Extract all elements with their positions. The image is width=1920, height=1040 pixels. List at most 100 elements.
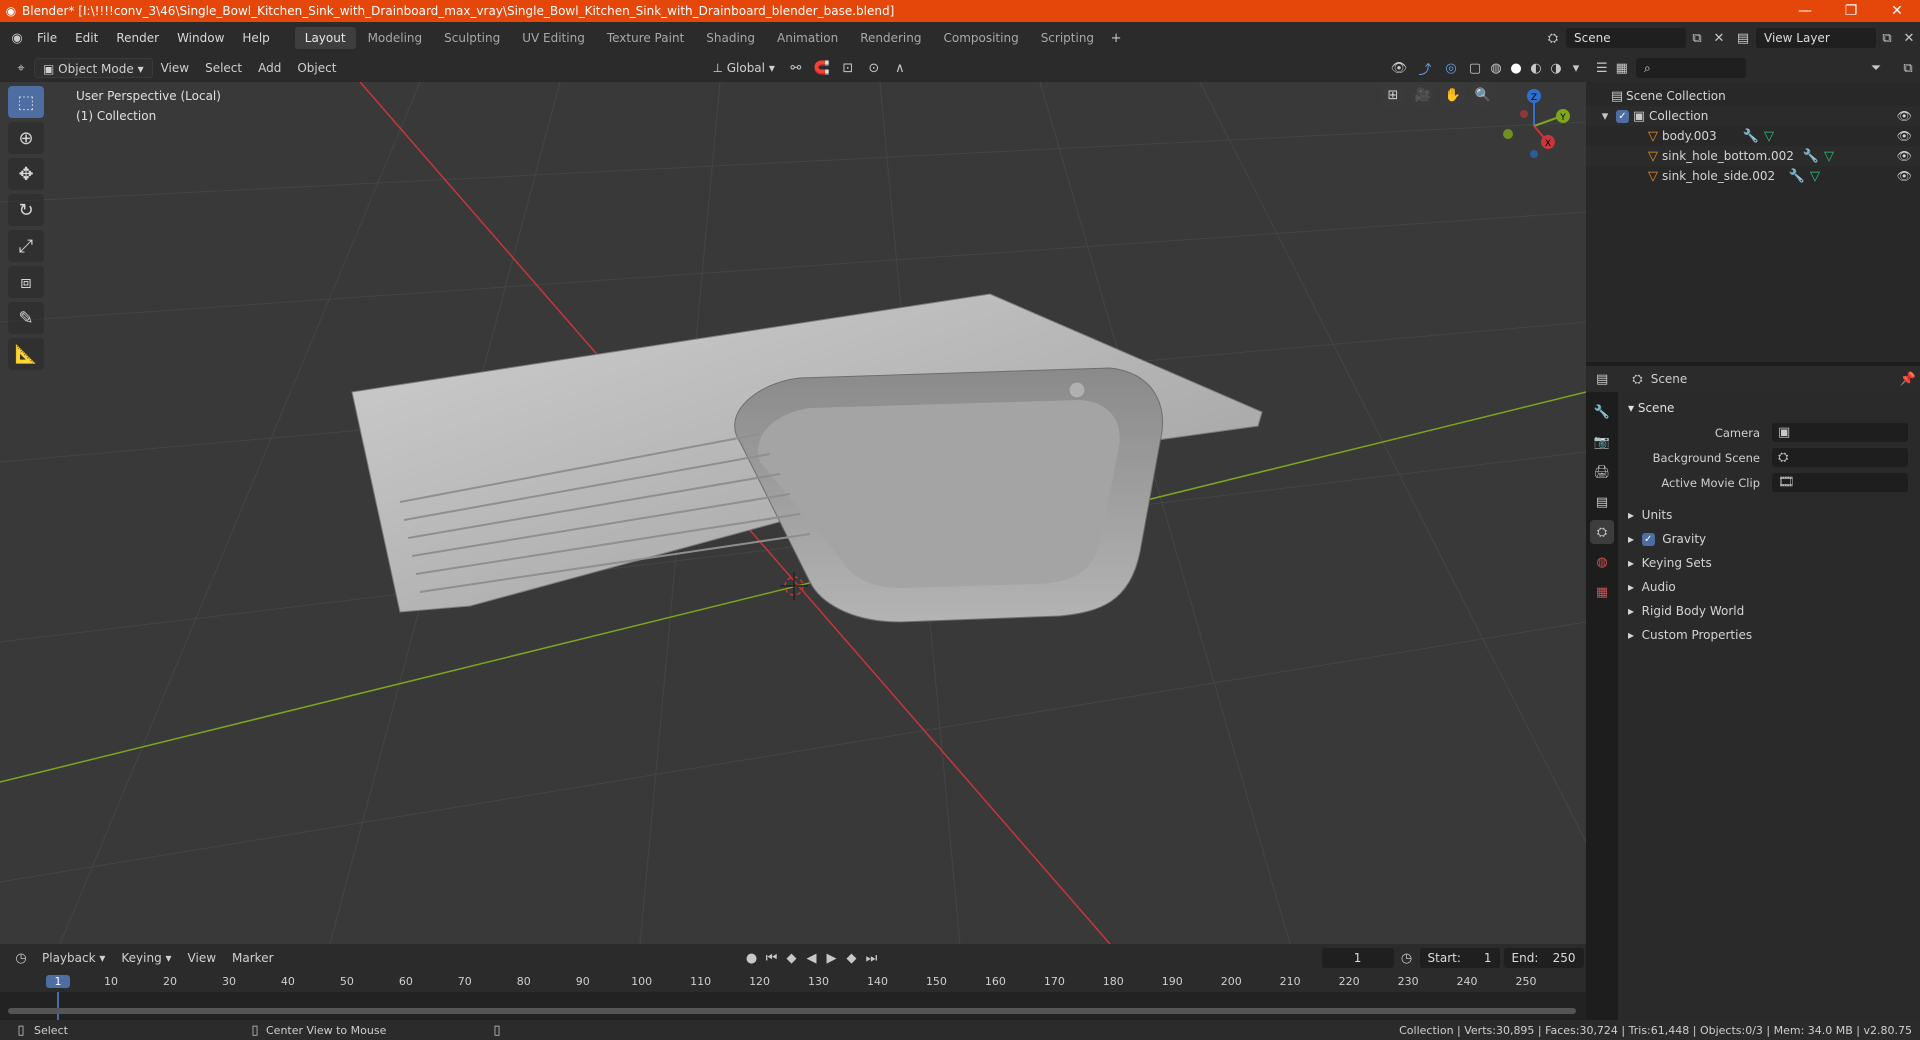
add-workspace-icon[interactable]: + bbox=[1106, 31, 1126, 46]
play-reverse-icon[interactable]: ◀ bbox=[802, 951, 822, 966]
menu-window[interactable]: Window bbox=[168, 22, 233, 54]
view-layer-selector[interactable]: View Layer bbox=[1756, 28, 1876, 48]
view-layer-icon[interactable]: ▤ bbox=[1730, 31, 1756, 46]
annotate-tool[interactable]: ✎ bbox=[8, 302, 44, 334]
pan-view-icon[interactable]: ✋ bbox=[1440, 82, 1466, 108]
filter-icon[interactable]: ⏷ bbox=[1864, 61, 1888, 76]
view-layer-tab-icon[interactable]: ▤ bbox=[1590, 490, 1614, 514]
shading-options-icon[interactable]: ▾ bbox=[1566, 61, 1586, 76]
solid-shading-icon[interactable]: ● bbox=[1506, 61, 1526, 76]
background-scene-field[interactable]: ⛭ bbox=[1772, 448, 1908, 467]
pin-icon[interactable]: 📌 bbox=[1896, 372, 1920, 387]
outliner-scene-collection[interactable]: ▤ Scene Collection bbox=[1586, 86, 1920, 106]
visibility-icon[interactable]: 👁 bbox=[1386, 61, 1412, 76]
modifier-icon[interactable]: 🔧 bbox=[1802, 149, 1820, 164]
eye-icon[interactable]: 👁 bbox=[1897, 109, 1912, 123]
tab-uv-editing[interactable]: UV Editing bbox=[512, 27, 595, 49]
move-tool[interactable]: ✥ bbox=[8, 158, 44, 190]
active-movie-clip-field[interactable]: 🎞 bbox=[1772, 473, 1908, 492]
remove-scene-icon[interactable]: ✕ bbox=[1708, 31, 1730, 46]
keying-sets-panel[interactable]: ▸ Keying Sets bbox=[1624, 551, 1914, 575]
current-frame-field[interactable]: 1 bbox=[1321, 948, 1394, 968]
modifier-icon[interactable]: 🔧 bbox=[1742, 129, 1760, 144]
tab-scripting[interactable]: Scripting bbox=[1031, 27, 1104, 49]
camera-view-icon[interactable]: 🎥 bbox=[1410, 82, 1436, 108]
transform-orientation-selector[interactable]: ⊥ Global ▾ bbox=[704, 58, 782, 78]
outliner-object[interactable]: ▽ sink_hole_bottom.002 🔧 ▽ 👁 bbox=[1586, 146, 1920, 166]
play-icon[interactable]: ▶ bbox=[822, 951, 842, 966]
output-tab-icon[interactable]: 🖨 bbox=[1590, 460, 1614, 484]
navigation-gizmo[interactable]: Z Y X bbox=[1490, 86, 1570, 166]
start-frame-field[interactable]: Start: 1 bbox=[1419, 948, 1500, 968]
menu-edit[interactable]: Edit bbox=[66, 22, 107, 54]
menu-render[interactable]: Render bbox=[107, 22, 168, 54]
menu-timeline-view[interactable]: View bbox=[180, 948, 224, 968]
tool-settings-tab-icon[interactable]: 🔧 bbox=[1590, 400, 1614, 424]
select-box-tool[interactable]: ⬚ bbox=[8, 86, 44, 118]
tab-texture-paint[interactable]: Texture Paint bbox=[597, 27, 694, 49]
eye-icon[interactable]: 👁 bbox=[1897, 149, 1912, 163]
maximize-button[interactable]: ❐ bbox=[1828, 3, 1874, 19]
menu-marker[interactable]: Marker bbox=[224, 948, 281, 968]
timeline-ruler[interactable]: 1 10 20 30 40 50 60 70 80 90 100 110 120 130 140 150 160… bbox=[0, 972, 1586, 992]
tab-sculpting[interactable]: Sculpting bbox=[434, 27, 510, 49]
menu-keying[interactable]: Keying ▾ bbox=[113, 948, 179, 968]
scene-icon[interactable]: ⛭ bbox=[1540, 31, 1566, 46]
end-frame-field[interactable]: End: 250 bbox=[1503, 948, 1584, 968]
proportional-edit-icon[interactable]: ⊙ bbox=[861, 61, 887, 76]
remove-view-layer-icon[interactable]: ✕ bbox=[1898, 31, 1920, 46]
material-shading-icon[interactable]: ◐ bbox=[1526, 61, 1546, 76]
gravity-panel[interactable]: ▸ ✓ Gravity bbox=[1624, 527, 1914, 551]
rigid-body-world-panel[interactable]: ▸ Rigid Body World bbox=[1624, 599, 1914, 623]
preview-range-icon[interactable]: ◷ bbox=[1394, 951, 1420, 966]
outliner-collection[interactable]: ▾ ✓ ▣ Collection 👁 bbox=[1586, 106, 1920, 126]
texture-tab-icon[interactable]: ▦ bbox=[1590, 580, 1614, 604]
wireframe-shading-icon[interactable]: ◍ bbox=[1486, 61, 1506, 76]
collection-checkbox[interactable]: ✓ bbox=[1616, 109, 1629, 123]
scene-selector[interactable]: Scene bbox=[1566, 28, 1686, 48]
rendered-shading-icon[interactable]: ◑ bbox=[1546, 61, 1566, 76]
falloff-icon[interactable]: ∧ bbox=[887, 61, 913, 76]
scene-tab-icon[interactable]: ⛭ bbox=[1590, 520, 1614, 544]
tab-animation[interactable]: Animation bbox=[767, 27, 848, 49]
blender-menu-icon[interactable]: ◉ bbox=[6, 31, 28, 46]
gizmo-toggle-icon[interactable]: ⤴ bbox=[1412, 59, 1438, 78]
menu-add[interactable]: Add bbox=[250, 58, 289, 78]
timeline-body[interactable] bbox=[0, 992, 1586, 1020]
editor-type-icon[interactable]: ⌖ bbox=[8, 61, 34, 76]
outliner-object[interactable]: ▽ sink_hole_side.002 🔧 ▽ 👁 bbox=[1586, 166, 1920, 186]
record-icon[interactable]: ● bbox=[742, 951, 762, 966]
tab-layout[interactable]: Layout bbox=[294, 27, 356, 49]
mesh-data-icon[interactable]: ▽ bbox=[1820, 149, 1838, 164]
pivot-icon[interactable]: ⚯ bbox=[783, 61, 809, 76]
xray-icon[interactable]: ▢ bbox=[1464, 61, 1486, 76]
tab-modeling[interactable]: Modeling bbox=[358, 27, 433, 49]
snap-target-icon[interactable]: ⊡ bbox=[835, 61, 861, 76]
timeline-scrollbar[interactable] bbox=[8, 1008, 1576, 1014]
units-panel[interactable]: ▸ Units bbox=[1624, 503, 1914, 527]
camera-field[interactable]: ▣ bbox=[1772, 423, 1908, 442]
new-view-layer-icon[interactable]: ⧉ bbox=[1876, 31, 1898, 46]
mode-selector[interactable]: ▣ Object Mode ▾ bbox=[34, 58, 153, 78]
properties-editor-icon[interactable]: ▤ bbox=[1596, 372, 1608, 387]
timeline-editor-icon[interactable]: ◷ bbox=[8, 951, 34, 966]
menu-view[interactable]: View bbox=[153, 58, 197, 78]
eye-icon[interactable]: 👁 bbox=[1897, 129, 1912, 143]
tab-shading[interactable]: Shading bbox=[696, 27, 765, 49]
minimize-button[interactable]: — bbox=[1782, 3, 1828, 19]
tab-compositing[interactable]: Compositing bbox=[933, 27, 1028, 49]
3d-viewport[interactable]: ⬚ ⊕ ✥ ↻ ⤢ ⧈ ✎ 📐 User Perspective (Local)… bbox=[0, 82, 1586, 944]
cursor-tool[interactable]: ⊕ bbox=[8, 122, 44, 154]
jump-start-icon[interactable]: ⏮ bbox=[762, 951, 782, 966]
menu-file[interactable]: File bbox=[28, 22, 66, 54]
measure-tool[interactable]: 📐 bbox=[8, 338, 44, 370]
display-mode-icon[interactable]: ▦ bbox=[1616, 61, 1628, 76]
menu-playback[interactable]: Playback ▾ bbox=[34, 948, 113, 968]
scale-tool[interactable]: ⤢ bbox=[8, 230, 44, 262]
menu-select[interactable]: Select bbox=[197, 58, 250, 78]
menu-help[interactable]: Help bbox=[233, 22, 278, 54]
prev-keyframe-icon[interactable]: ◆ bbox=[782, 951, 802, 966]
transform-tool[interactable]: ⧈ bbox=[8, 266, 44, 298]
expand-icon[interactable]: ▾ bbox=[1594, 109, 1616, 124]
mesh-data-icon[interactable]: ▽ bbox=[1760, 129, 1778, 144]
